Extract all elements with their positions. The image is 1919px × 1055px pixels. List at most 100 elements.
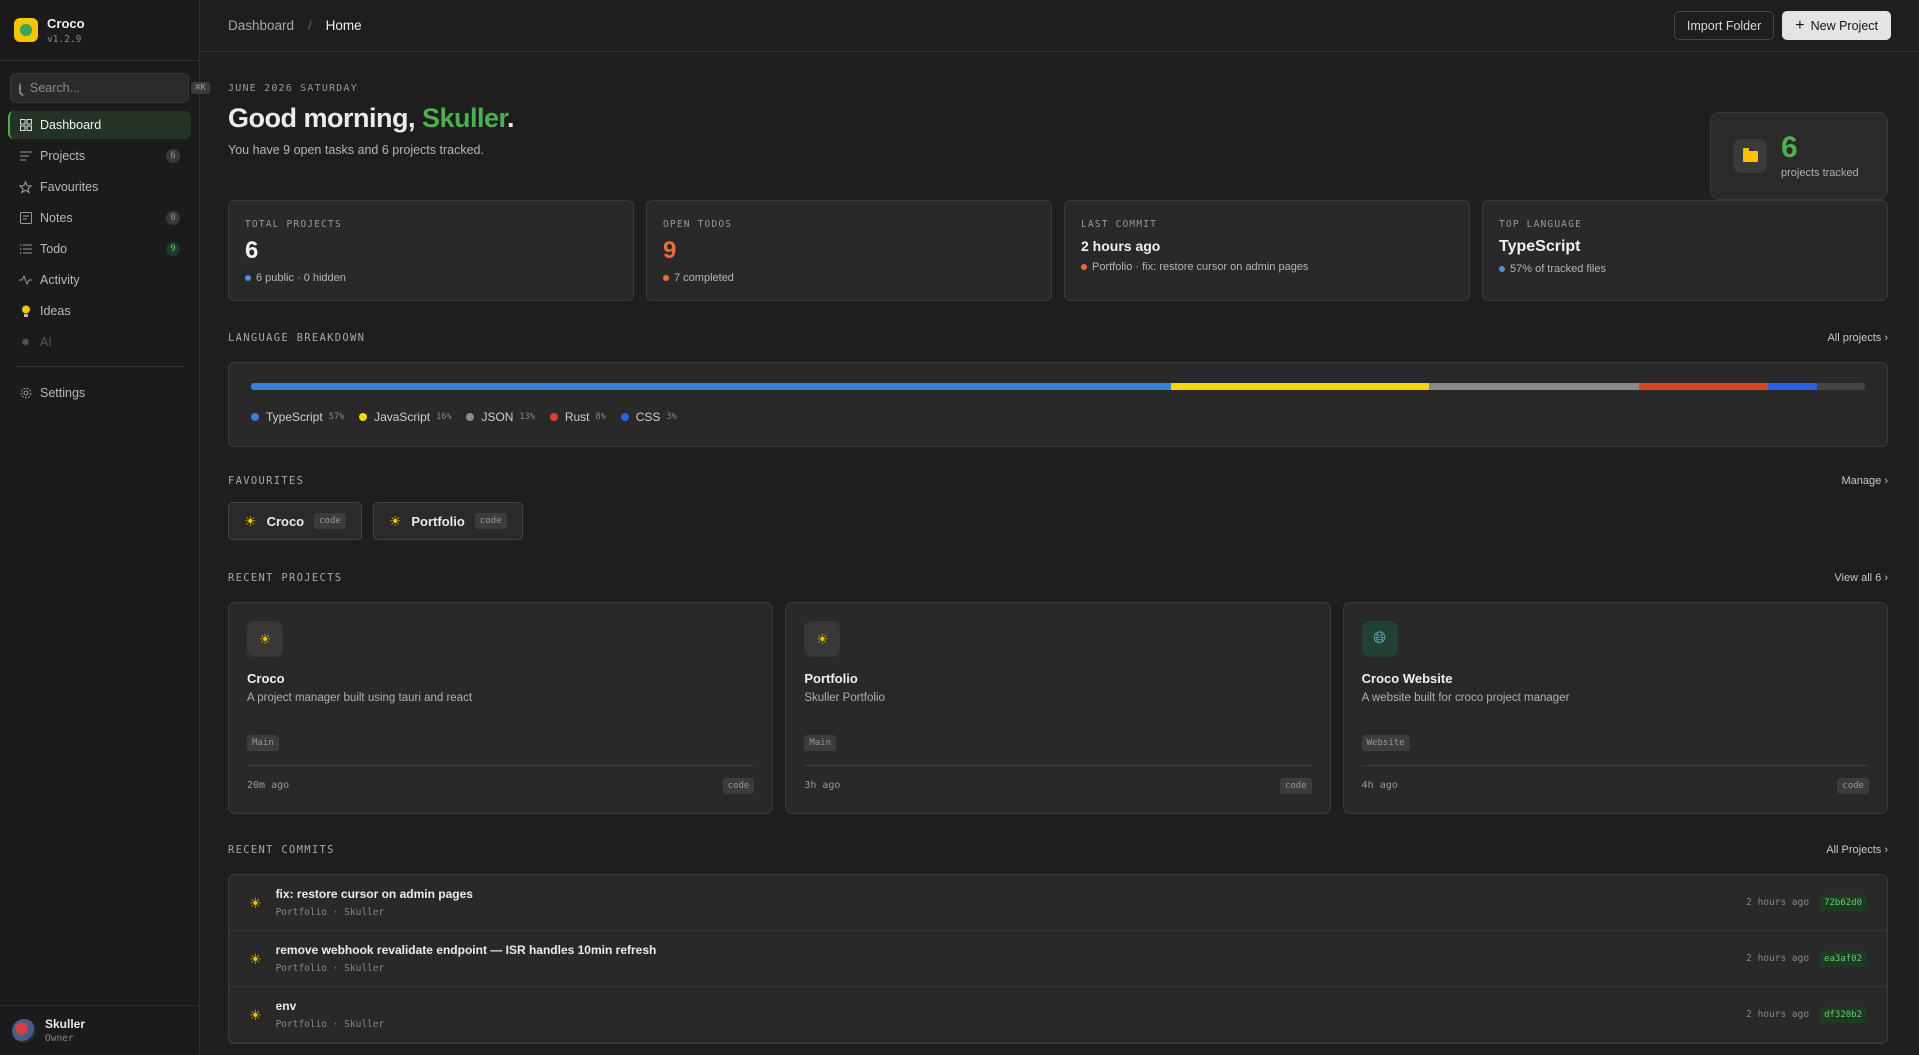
stat-value: 2 hours ago	[1081, 238, 1161, 254]
commit-hash: ea3af02	[1819, 950, 1867, 967]
sun-icon: ☀	[804, 621, 841, 657]
avatar	[12, 1018, 36, 1043]
project-card[interactable]: 🌐︎ Croco Website A website built for cro…	[1342, 602, 1888, 814]
commit-row[interactable]: ☀ fix: restore cursor on admin pages Por…	[229, 875, 1887, 931]
sidebar-item-projects[interactable]: Projects 6	[8, 142, 191, 170]
sidebar-item-label: Projects	[40, 149, 86, 163]
star-icon	[19, 180, 32, 194]
project-card[interactable]: ☀ Croco A project manager built using ta…	[228, 602, 774, 814]
language-bar-segment	[1639, 383, 1769, 390]
croco-logo-icon	[14, 18, 38, 42]
stat-sub-text: Portfolio · fix: restore cursor on admin…	[1092, 261, 1309, 273]
language-breakdown: TypeScript 57% JavaScript 16% JSON 13% Rust…	[228, 362, 1888, 447]
grid-icon	[19, 119, 32, 132]
sidebar-item-ai[interactable]: ✹ AI	[8, 328, 191, 356]
import-folder-button[interactable]: Import Folder	[1673, 11, 1775, 40]
legend-pct: 8%	[595, 412, 606, 422]
stat-sub: Portfolio · fix: restore cursor on admin…	[1081, 261, 1453, 273]
section-title: LANGUAGE BREAKDOWN	[228, 332, 366, 344]
legend-dot	[466, 413, 475, 421]
project-desc: A website built for croco project manage…	[1361, 692, 1570, 704]
plus-icon: +	[1795, 16, 1805, 34]
orange-dot-icon	[1081, 264, 1087, 270]
commit-row[interactable]: ☀ remove webhook revalidate endpoint — I…	[229, 931, 1887, 987]
legend-item: CSS 3%	[620, 410, 677, 424]
project-desc: A project manager built using tauri and …	[247, 692, 473, 704]
sidebar-item-ideas[interactable]: Ideas	[8, 297, 191, 325]
language-bar-segment	[1429, 383, 1640, 390]
breadcrumb-separator: /	[308, 18, 312, 33]
recent-projects-header: RECENT PROJECTS View all 6 ›	[228, 572, 1888, 584]
all-projects-link[interactable]: All projects ›	[1827, 332, 1888, 344]
legend-name: JSON	[481, 410, 514, 424]
greeting-heading: Good morning, Skuller.	[228, 103, 1888, 134]
new-project-button[interactable]: + New Project	[1782, 11, 1891, 40]
sidebar-item-label: Todo	[40, 242, 68, 256]
language-bar	[251, 383, 1865, 390]
greeting-subtitle: You have 9 open tasks and 6 projects tra…	[228, 143, 484, 157]
sidebar: Croco v1.2.9 ⌘K Dashboard Projects 6 Fav…	[0, 0, 210, 1055]
projects-count-badge: 6	[166, 149, 180, 163]
commit-message: fix: restore cursor on admin pages	[275, 887, 473, 901]
commit-message: env	[275, 999, 297, 1013]
sidebar-item-notes[interactable]: Notes 0	[8, 204, 191, 232]
stat-label: TOTAL PROJECTS	[245, 219, 342, 230]
commit-hash: 72b62d0	[1819, 894, 1867, 911]
stat-sub: 7 completed	[663, 272, 1035, 284]
stat-label: LAST COMMIT	[1081, 219, 1158, 230]
sidebar-item-dashboard[interactable]: Dashboard	[8, 111, 191, 139]
stat-sub-text: 6 public · 0 hidden	[256, 272, 346, 284]
stat-total-projects: TOTAL PROJECTS 6 6 public · 0 hidden	[228, 200, 634, 301]
stats-row: TOTAL PROJECTS 6 6 public · 0 hidden OPE…	[228, 200, 1888, 301]
commit-hash: df320b2	[1819, 1006, 1867, 1023]
sidebar-item-favourites[interactable]: Favourites	[8, 173, 191, 201]
sidebar-item-label: Favourites	[40, 180, 99, 194]
project-card[interactable]: ☀ Portfolio Skuller Portfolio Main 3h ag…	[785, 602, 1331, 814]
all-commits-link[interactable]: All Projects ›	[1826, 844, 1888, 856]
legend-name: Rust	[564, 410, 590, 424]
commit-time: 2 hours ago	[1746, 953, 1810, 964]
legend-pct: 16%	[436, 412, 452, 422]
user-profile[interactable]: Skuller Owner	[0, 1005, 199, 1055]
legend-name: CSS	[635, 410, 661, 424]
favourite-item[interactable]: ☀ Portfolio code	[372, 502, 523, 540]
breadcrumb-dashboard[interactable]: Dashboard	[228, 18, 294, 33]
language-bar-segment	[1170, 383, 1430, 390]
project-tag: Main	[804, 735, 837, 751]
brand[interactable]: Croco v1.2.9	[0, 0, 199, 61]
lightbulb-icon	[19, 305, 32, 318]
sidebar-item-todo[interactable]: Todo 9	[8, 235, 191, 263]
sidebar-item-settings[interactable]: Settings	[8, 379, 191, 407]
search-shortcut: ⌘K	[191, 82, 210, 94]
view-all-projects-link[interactable]: View all 6 ›	[1834, 572, 1888, 584]
project-time: 4h ago	[1361, 780, 1398, 791]
app-name: Croco	[47, 15, 85, 31]
legend-pct: 57%	[328, 412, 345, 422]
legend-item: TypeScript 57%	[251, 410, 344, 424]
search-box[interactable]: ⌘K	[10, 73, 210, 103]
greeting-text: Good morning,	[228, 103, 422, 133]
commit-row[interactable]: ☀ env Portfolio · Skuller 2 hours ago df…	[229, 987, 1887, 1043]
project-tag: Main	[247, 735, 279, 751]
legend-dot	[359, 413, 368, 421]
manage-favourites-link[interactable]: Manage ›	[1842, 475, 1888, 487]
stat-sub: 57% of tracked files	[1499, 263, 1871, 275]
legend-pct: 3%	[666, 412, 677, 422]
projects-tracked-label: projects tracked	[1781, 167, 1859, 179]
section-title: FAVOURITES	[228, 475, 305, 487]
commit-message: remove webhook revalidate endpoint — ISR…	[275, 943, 657, 957]
sidebar-item-label: AI	[40, 335, 52, 349]
section-title: RECENT PROJECTS	[228, 572, 343, 584]
sparkle-icon: ✹	[20, 336, 31, 349]
favourite-tag: code	[314, 513, 346, 529]
search-input[interactable]	[30, 81, 191, 95]
sidebar-item-activity[interactable]: Activity	[8, 266, 191, 294]
favourite-item[interactable]: ☀ Croco code	[228, 502, 362, 540]
todo-count-badge: 9	[166, 242, 180, 256]
sun-icon: ☀	[249, 894, 262, 911]
breadcrumb: Dashboard / Home	[228, 18, 362, 33]
user-role: Owner	[45, 1033, 74, 1044]
breadcrumb-current: Home	[325, 18, 362, 33]
sidebar-divider	[16, 366, 183, 367]
list-icon	[19, 150, 32, 163]
